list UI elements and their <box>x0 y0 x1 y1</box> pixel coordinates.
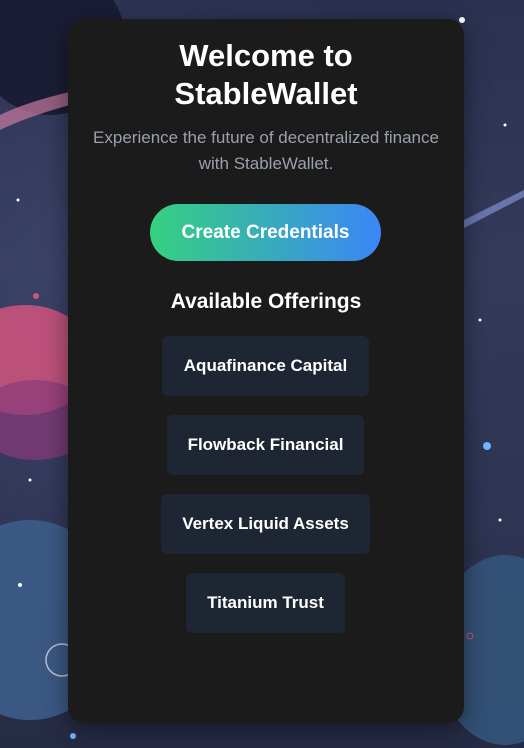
welcome-card: Welcome to StableWallet Experience the f… <box>68 19 464 723</box>
title-line-1: Welcome to <box>179 38 353 73</box>
page-title: Welcome to StableWallet <box>68 37 464 113</box>
offering-aquafinance-capital[interactable]: Aquafinance Capital <box>162 336 369 396</box>
title-line-2: StableWallet <box>174 76 358 111</box>
create-credentials-button[interactable]: Create Credentials <box>150 204 381 261</box>
offering-flowback-financial[interactable]: Flowback Financial <box>167 415 364 475</box>
offering-vertex-liquid-assets[interactable]: Vertex Liquid Assets <box>161 494 370 554</box>
offering-titanium-trust[interactable]: Titanium Trust <box>186 573 345 633</box>
subtitle: Experience the future of decentralized f… <box>93 128 439 173</box>
offerings-heading: Available Offerings <box>170 290 362 313</box>
